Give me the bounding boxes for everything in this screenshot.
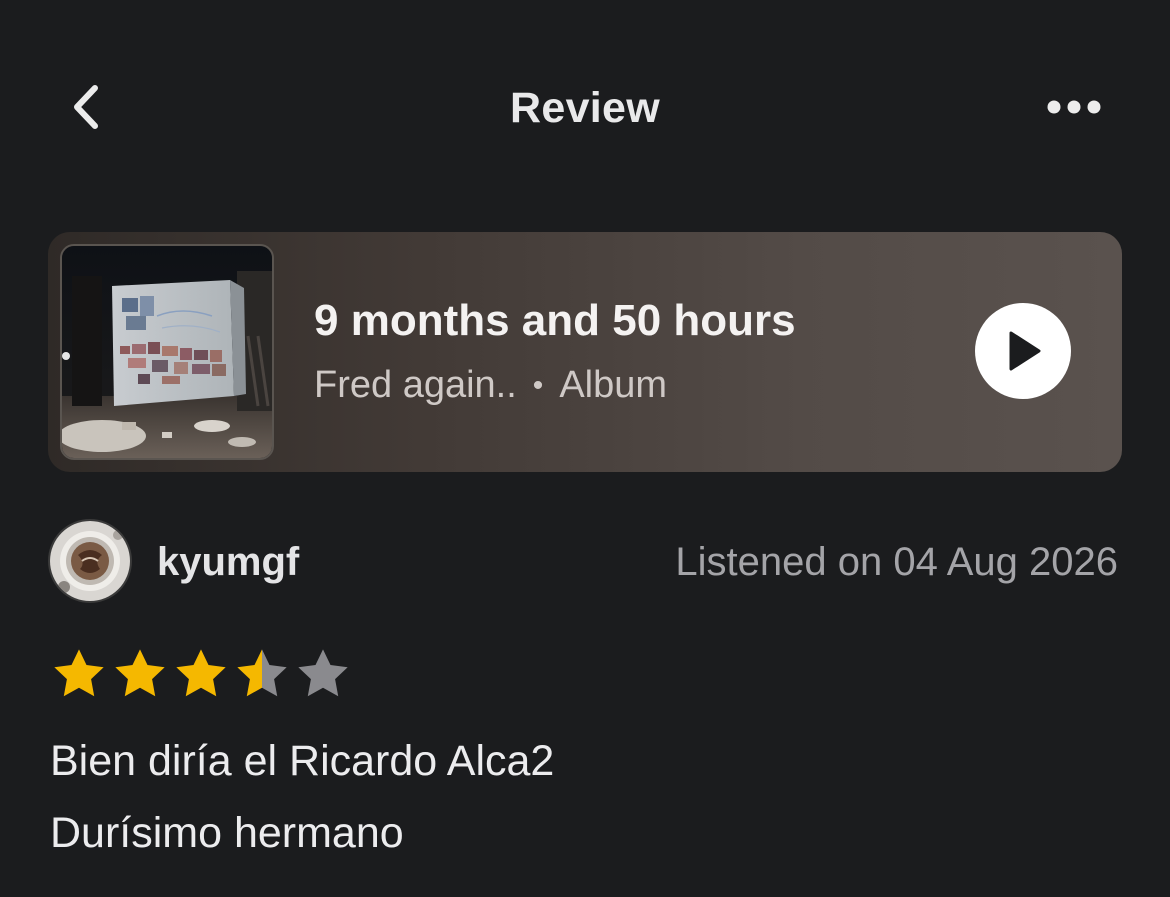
page-title: Review <box>510 84 660 132</box>
review-screen: Review 9 months and 50 hours Fred again.… <box>0 0 1170 897</box>
album-cover-image <box>60 244 274 460</box>
more-options-button[interactable] <box>1034 76 1114 138</box>
star-filled-icon <box>115 649 165 697</box>
star-filled-icon <box>54 649 104 697</box>
play-button[interactable] <box>975 303 1071 399</box>
meta-separator: • <box>532 368 544 402</box>
star-half-icon <box>237 649 287 697</box>
chevron-left-icon <box>74 85 98 129</box>
avatar[interactable] <box>48 519 132 603</box>
review-text-line: Durísimo hermano <box>50 809 404 857</box>
username[interactable]: kyumgf <box>157 540 299 585</box>
review-text-line: Bien diría el Ricardo Alca2 <box>50 737 555 785</box>
star-rating <box>50 645 355 703</box>
back-button[interactable] <box>50 72 120 142</box>
ellipsis-horizontal-icon <box>1047 100 1101 114</box>
play-icon <box>1009 331 1041 371</box>
star-filled-icon <box>176 649 226 697</box>
album-meta: Fred again.. • Album <box>314 364 667 407</box>
album-card[interactable]: 9 months and 50 hours Fred again.. • Alb… <box>48 232 1122 472</box>
artist-name[interactable]: Fred again.. <box>314 364 517 407</box>
star-empty-icon <box>298 649 348 697</box>
album-type: Album <box>559 364 668 406</box>
album-title: 9 months and 50 hours <box>314 296 796 345</box>
avatar-image <box>50 521 130 601</box>
header: Review <box>0 0 1170 215</box>
listened-date: Listened on 04 Aug 2026 <box>675 540 1118 584</box>
